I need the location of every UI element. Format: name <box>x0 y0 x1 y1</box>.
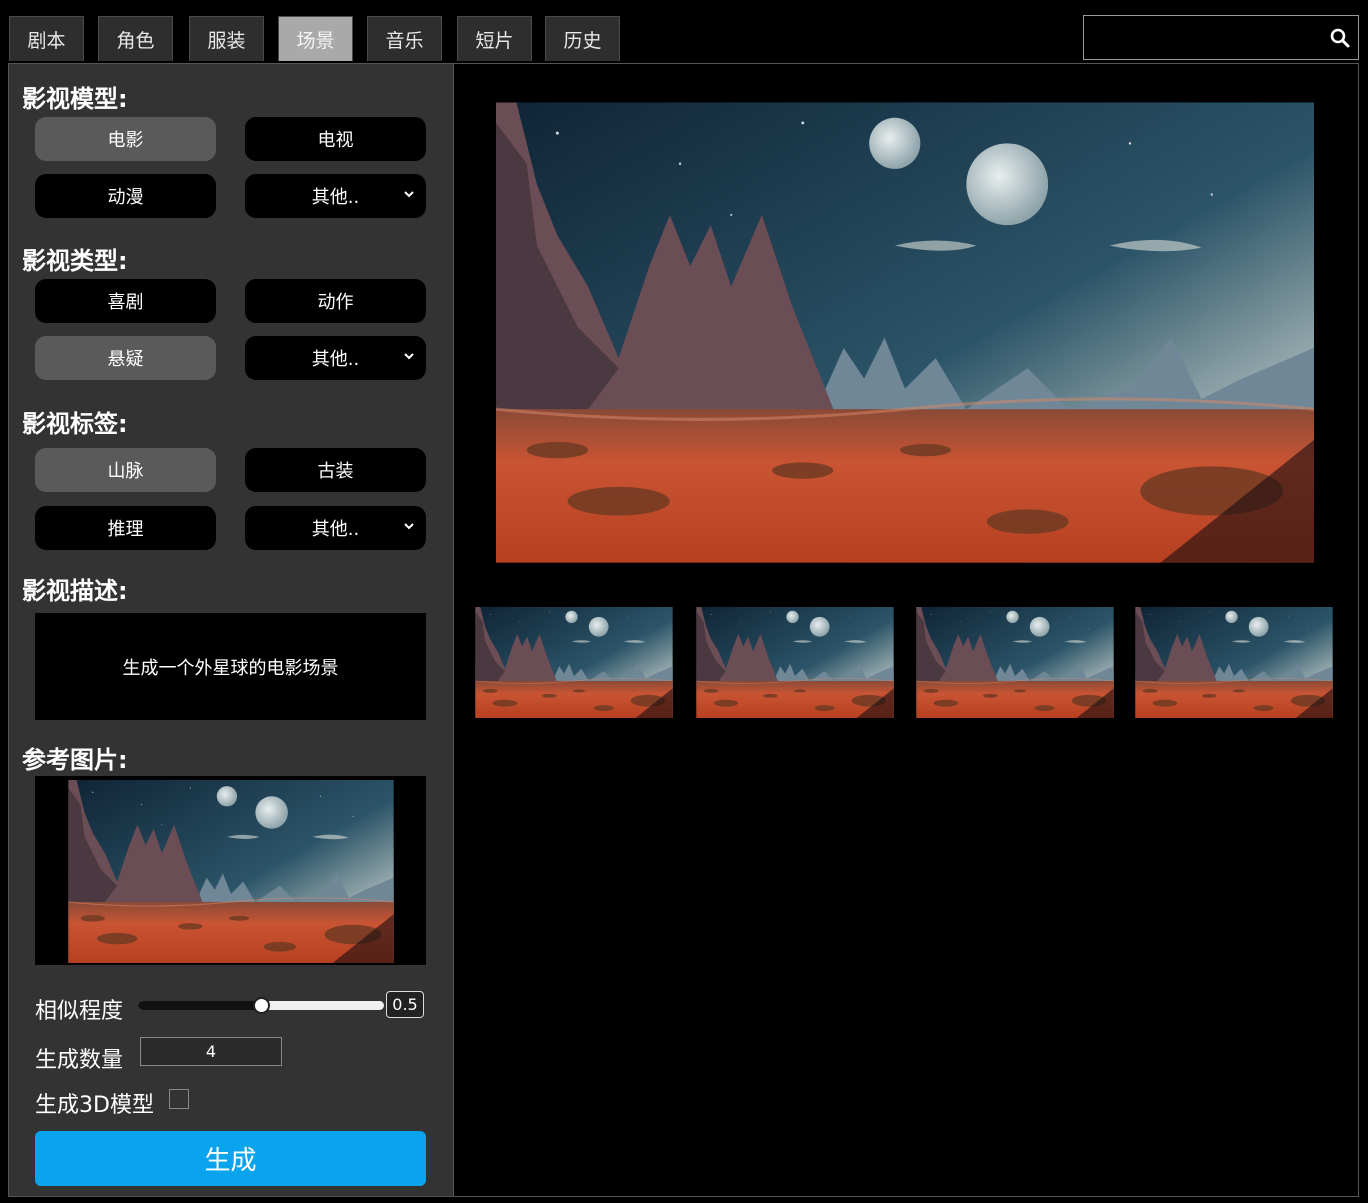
model3d-label: 生成3D模型 <box>35 1093 154 1118</box>
model-option-anime[interactable]: 动漫 <box>35 174 216 218</box>
type-other-label: 其他.. <box>311 349 360 370</box>
reference-image <box>68 780 394 963</box>
reference-section-title: 参考图片: <box>22 746 128 774</box>
description-textarea[interactable]: 生成一个外星球的电影场景 <box>35 613 426 720</box>
model-option-movie[interactable]: 电影 <box>35 117 216 161</box>
tag-option-other-dropdown[interactable]: 其他.. <box>245 506 426 550</box>
tab-short-film[interactable]: 短片 <box>457 16 532 61</box>
result-thumbnail[interactable] <box>916 607 1114 718</box>
similarity-slider[interactable] <box>138 997 384 1014</box>
type-option-action[interactable]: 动作 <box>245 279 426 323</box>
result-thumbnail[interactable] <box>475 607 673 718</box>
similarity-value: 0.5 <box>386 991 424 1018</box>
result-thumbnail[interactable] <box>696 607 894 718</box>
top-tab-bar: 剧本 角色 服装 场景 音乐 短片 历史 <box>0 0 1368 63</box>
search-box <box>1083 15 1359 60</box>
type-option-other-dropdown[interactable]: 其他.. <box>245 336 426 380</box>
type-section-title: 影视类型: <box>22 247 128 275</box>
similarity-slider-fill <box>138 1001 261 1010</box>
search-icon[interactable] <box>1330 28 1350 48</box>
type-option-comedy[interactable]: 喜剧 <box>35 279 216 323</box>
tag-section-title: 影视标签: <box>22 410 128 438</box>
model-other-label: 其他.. <box>311 187 360 208</box>
main-preview-image <box>496 102 1314 563</box>
model-option-tv[interactable]: 电视 <box>245 117 426 161</box>
tab-character[interactable]: 角色 <box>98 16 173 61</box>
similarity-slider-thumb[interactable] <box>253 997 270 1014</box>
reference-image-box[interactable] <box>35 776 426 965</box>
tab-scene[interactable]: 场景 <box>278 16 353 61</box>
tab-music[interactable]: 音乐 <box>367 16 442 61</box>
tag-option-mountains[interactable]: 山脉 <box>35 448 216 492</box>
search-input[interactable] <box>1084 16 1324 59</box>
model3d-checkbox[interactable] <box>169 1089 189 1109</box>
generate-button[interactable]: 生成 <box>35 1131 426 1186</box>
count-input[interactable]: 4 <box>140 1037 282 1066</box>
count-label: 生成数量 <box>35 1048 124 1073</box>
chevron-down-icon <box>404 353 414 360</box>
similarity-label: 相似程度 <box>35 999 124 1024</box>
tag-option-reasoning[interactable]: 推理 <box>35 506 216 550</box>
description-section-title: 影视描述: <box>22 577 128 605</box>
tab-script[interactable]: 剧本 <box>9 16 84 61</box>
model-section-title: 影视模型: <box>22 85 128 113</box>
model-option-other-dropdown[interactable]: 其他.. <box>245 174 426 218</box>
type-option-mystery[interactable]: 悬疑 <box>35 336 216 380</box>
chevron-down-icon <box>404 523 414 530</box>
sidebar-panel: 影视模型: 电影 电视 动漫 其他.. 影视类型: 喜剧 动作 悬疑 其他.. … <box>9 64 454 1196</box>
chevron-down-icon <box>404 191 414 198</box>
tag-other-label: 其他.. <box>311 519 360 540</box>
result-thumbnail[interactable] <box>1135 607 1333 718</box>
tab-history[interactable]: 历史 <box>545 16 620 61</box>
tab-costume[interactable]: 服装 <box>189 16 264 61</box>
tag-option-costume-drama[interactable]: 古装 <box>245 448 426 492</box>
